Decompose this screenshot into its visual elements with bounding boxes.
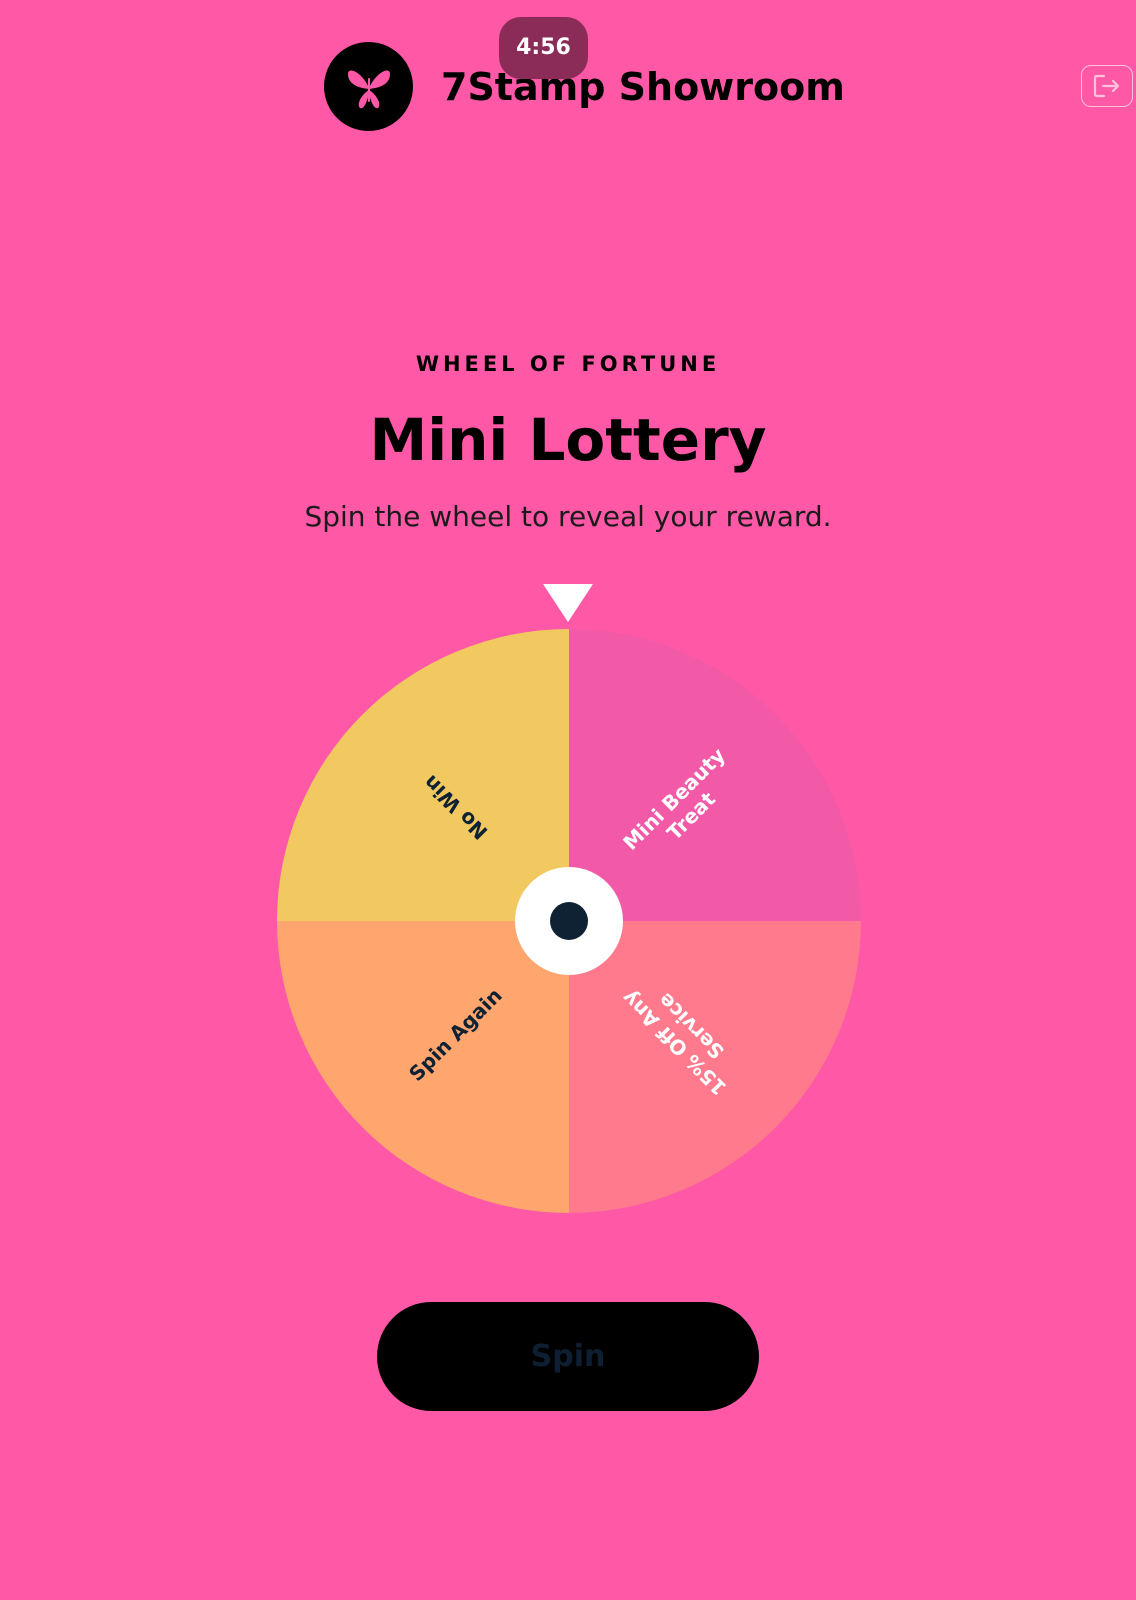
wheel-segment [569, 629, 861, 921]
wheel-pointer [543, 584, 593, 622]
section-eyebrow: WHEEL OF FORTUNE [415, 352, 721, 376]
brand-logo [324, 42, 413, 131]
brand-name: 7Stamp Showroom [441, 65, 845, 109]
page-title: Mini Lottery [369, 406, 767, 474]
logout-icon [1093, 74, 1120, 98]
logout-button[interactable] [1081, 65, 1133, 107]
page-subtitle: Spin the wheel to reveal your reward. [304, 500, 832, 533]
spin-button[interactable]: Spin [377, 1302, 759, 1411]
countdown-timer: 4:56 [499, 17, 588, 79]
wheel-segment [277, 629, 569, 921]
wheel-hub-center [550, 902, 588, 940]
butterfly-icon [347, 69, 390, 108]
prize-wheel: Mini BeautyTreat15% Off AnyServiceSpin A… [277, 629, 861, 1213]
wheel-segment [569, 921, 861, 1213]
